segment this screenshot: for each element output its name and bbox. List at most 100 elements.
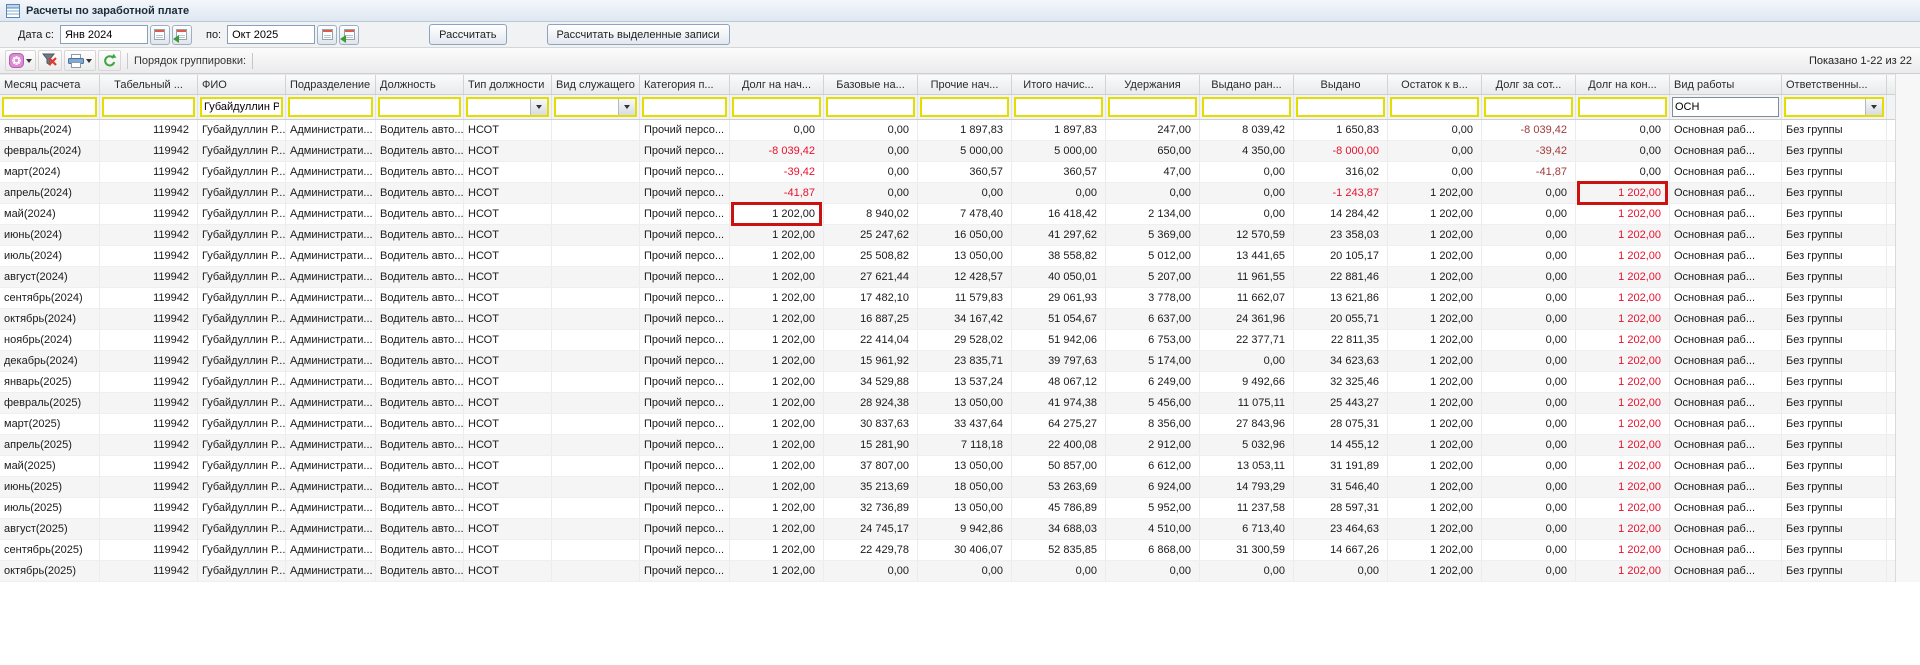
column-header-month[interactable]: Месяц расчета [0, 75, 100, 94]
table-row[interactable]: январь(2024)119942Губайдуллин Р...Админи… [0, 120, 1895, 141]
column-header-vydano[interactable]: Выдано [1294, 75, 1388, 94]
column-header-uderzhaniya[interactable]: Удержания [1106, 75, 1200, 94]
filter-input-uderzhaniya[interactable] [1108, 97, 1197, 117]
column-header-pos_type[interactable]: Тип должности [464, 75, 552, 94]
cell-dolg_kon: 1 202,00 [1576, 540, 1670, 560]
filter-input-dolg_nach[interactable] [732, 97, 821, 117]
cell-itogo: 53 263,69 [1012, 477, 1106, 497]
column-header-responsible[interactable]: Ответственны... [1782, 75, 1887, 94]
table-row[interactable]: сентябрь(2025)119942Губайдуллин Р...Адми… [0, 540, 1895, 561]
cell-emp_kind [552, 246, 640, 266]
settings-button[interactable] [5, 50, 36, 71]
calculate-button[interactable]: Рассчитать [429, 24, 506, 45]
cell-prochie: 360,57 [918, 162, 1012, 182]
cell-uderzhaniya: 6 868,00 [1106, 540, 1200, 560]
column-header-dept[interactable]: Подразделение [286, 75, 376, 94]
column-header-emp_kind[interactable]: Вид служащего [552, 75, 640, 94]
filter-input-bazovye[interactable] [826, 97, 915, 117]
dropdown-arrow-button[interactable] [530, 99, 547, 115]
table-row[interactable]: июнь(2024)119942Губайдуллин Р...Админист… [0, 225, 1895, 246]
cell-emp_kind [552, 519, 640, 539]
column-header-category[interactable]: Категория п... [640, 75, 730, 94]
chevron-down-icon [26, 59, 32, 63]
cell-dolg_nach: 1 202,00 [730, 414, 824, 434]
cell-bazovye: 28 924,38 [824, 393, 918, 413]
cell-vydano: 14 455,12 [1294, 435, 1388, 455]
filter-input-month[interactable] [2, 97, 97, 117]
date-to-input[interactable] [227, 25, 315, 44]
table-row[interactable]: апрель(2025)119942Губайдуллин Р...Админи… [0, 435, 1895, 456]
filter-input-fio[interactable] [200, 97, 283, 117]
filter-input-vydano_ranee[interactable] [1202, 97, 1291, 117]
date-from-calendar-prev-button[interactable] [172, 25, 192, 45]
cell-pos_type: НСОТ [464, 540, 552, 560]
column-header-dolg_kon[interactable]: Долг на кон... [1576, 75, 1670, 94]
table-row[interactable]: июль(2024)119942Губайдуллин Р...Админист… [0, 246, 1895, 267]
table-row[interactable]: март(2025)119942Губайдуллин Р...Админист… [0, 414, 1895, 435]
date-from-input[interactable] [60, 25, 148, 44]
filter-input-responsible[interactable] [1786, 99, 1865, 115]
date-to-calendar-button[interactable] [317, 25, 337, 45]
column-header-bazovye[interactable]: Базовые на... [824, 75, 918, 94]
table-row[interactable]: июнь(2025)119942Губайдуллин Р...Админист… [0, 477, 1895, 498]
print-button[interactable] [64, 50, 96, 71]
cell-dolg_sotr: 0,00 [1482, 540, 1576, 560]
filter-input-dept[interactable] [288, 97, 373, 117]
table-row[interactable]: март(2024)119942Губайдуллин Р...Админист… [0, 162, 1895, 183]
table-row[interactable]: август(2025)119942Губайдуллин Р...Админи… [0, 519, 1895, 540]
filter-input-vydano[interactable] [1296, 97, 1385, 117]
filter-input-itogo[interactable] [1014, 97, 1103, 117]
cell-position: Водитель авто... [376, 225, 464, 245]
filter-input-emp_kind[interactable] [556, 99, 618, 115]
filter-input-ostatok[interactable] [1390, 97, 1479, 117]
table-row[interactable]: февраль(2024)119942Губайдуллин Р...Админ… [0, 141, 1895, 162]
calculate-selected-button[interactable]: Рассчитать выделенные записи [547, 24, 730, 45]
filter-input-category[interactable] [642, 97, 727, 117]
filter-input-pos_type[interactable] [468, 99, 530, 115]
column-header-position[interactable]: Должность [376, 75, 464, 94]
date-to-calendar-prev-button[interactable] [339, 25, 359, 45]
cell-vydano_ranee: 4 350,00 [1200, 141, 1294, 161]
column-header-fio[interactable]: ФИО [198, 75, 286, 94]
column-header-ostatok[interactable]: Остаток к в... [1388, 75, 1482, 94]
cell-emp_kind [552, 477, 640, 497]
table-row[interactable]: август(2024)119942Губайдуллин Р...Админи… [0, 267, 1895, 288]
table-row[interactable]: сентябрь(2024)119942Губайдуллин Р...Адми… [0, 288, 1895, 309]
filter-input-dolg_sotr[interactable] [1484, 97, 1573, 117]
table-row[interactable]: июль(2025)119942Губайдуллин Р...Админист… [0, 498, 1895, 519]
dropdown-arrow-button[interactable] [1865, 99, 1882, 115]
cell-month: ноябрь(2024) [0, 330, 100, 350]
table-row[interactable]: ноябрь(2024)119942Губайдуллин Р...Админи… [0, 330, 1895, 351]
scrollbar-track[interactable] [1895, 74, 1920, 582]
table-row[interactable]: май(2025)119942Губайдуллин Р...Администр… [0, 456, 1895, 477]
filter-input-dolg_kon[interactable] [1578, 97, 1667, 117]
cell-dolg_sotr: 0,00 [1482, 309, 1576, 329]
column-header-prochie[interactable]: Прочие нач... [918, 75, 1012, 94]
table-row[interactable]: октябрь(2025)119942Губайдуллин Р...Админ… [0, 561, 1895, 582]
cell-vydano_ranee: 0,00 [1200, 351, 1294, 371]
cell-bazovye: 0,00 [824, 561, 918, 581]
column-header-dolg_nach[interactable]: Долг на нач... [730, 75, 824, 94]
column-header-dolg_sotr[interactable]: Долг за сот... [1482, 75, 1576, 94]
refresh-button[interactable] [98, 50, 121, 71]
dropdown-arrow-button[interactable] [618, 99, 635, 115]
column-header-vydano_ranee[interactable]: Выдано ран... [1200, 75, 1294, 94]
table-row[interactable]: январь(2025)119942Губайдуллин Р...Админи… [0, 372, 1895, 393]
cell-prochie: 23 835,71 [918, 351, 1012, 371]
filter-input-position[interactable] [378, 97, 461, 117]
column-header-itogo[interactable]: Итого начис... [1012, 75, 1106, 94]
table-row[interactable]: май(2024)119942Губайдуллин Р...Администр… [0, 204, 1895, 225]
cell-position: Водитель авто... [376, 393, 464, 413]
table-row[interactable]: декабрь(2024)119942Губайдуллин Р...Админ… [0, 351, 1895, 372]
clear-filter-button[interactable] [38, 50, 62, 71]
column-header-tab_num[interactable]: Табельный ... [100, 75, 198, 94]
filter-input-work_kind[interactable] [1672, 97, 1779, 117]
table-row[interactable]: февраль(2025)119942Губайдуллин Р...Админ… [0, 393, 1895, 414]
table-row[interactable]: октябрь(2024)119942Губайдуллин Р...Админ… [0, 309, 1895, 330]
column-header-work_kind[interactable]: Вид работы [1670, 75, 1782, 94]
table-row[interactable]: апрель(2024)119942Губайдуллин Р...Админи… [0, 183, 1895, 204]
filter-cell-bazovye [824, 95, 918, 119]
filter-input-prochie[interactable] [920, 97, 1009, 117]
filter-input-tab_num[interactable] [102, 97, 195, 117]
date-from-calendar-button[interactable] [150, 25, 170, 45]
